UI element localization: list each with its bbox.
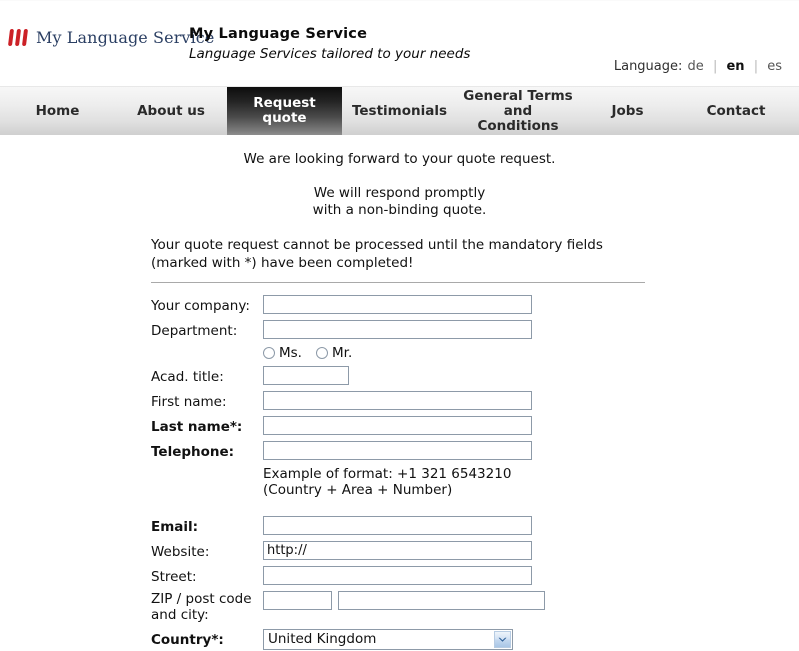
street-input[interactable] [263, 566, 532, 585]
label-company: Your company: [151, 298, 250, 314]
nav-item-about-us[interactable]: About us [115, 87, 227, 135]
language-option-en[interactable]: en [725, 59, 745, 74]
nav-item-testimonials[interactable]: Testimonials [342, 87, 457, 135]
label-zip-city-line-1: ZIP / post code [151, 591, 252, 607]
label-department: Department: [151, 323, 238, 339]
form-row-first-name: First name: [0, 391, 799, 410]
nav-item-jobs[interactable]: Jobs [579, 87, 676, 135]
radio-label-mr[interactable]: Mr. [332, 345, 352, 361]
form-row-last-name: Last name*: [0, 416, 799, 435]
form-row-website: Website: [0, 541, 799, 560]
mandatory-fields-notice: Your quote request cannot be processed u… [151, 237, 603, 271]
form-row-acad-title: Acad. title: [0, 366, 799, 385]
main-content: We are looking forward to your quote req… [0, 135, 799, 650]
language-separator: | [753, 59, 759, 74]
brand-block: My Language Service Language Services ta… [189, 25, 470, 64]
three-red-bars-icon [7, 29, 30, 46]
nav-item-general-terms-and-conditions[interactable]: General Terms and Conditions [457, 87, 579, 135]
nav-item-home[interactable]: Home [0, 87, 115, 135]
radio-mr[interactable] [315, 347, 328, 359]
telephone-input[interactable] [263, 441, 532, 460]
zip-input[interactable] [263, 591, 332, 610]
email-input[interactable] [263, 516, 532, 535]
country-select[interactable]: United Kingdom [263, 629, 513, 650]
language-label: Language: [613, 59, 683, 74]
site-logo[interactable]: My Language Service [7, 28, 215, 47]
nav-item-request-quote[interactable]: Request quote [227, 87, 342, 135]
department-input[interactable] [263, 320, 532, 339]
country-selected-value: United Kingdom [268, 631, 377, 647]
label-email: Email: [151, 519, 199, 535]
language-switcher: Language: de | en | es [614, 59, 783, 74]
language-option-de[interactable]: de [687, 59, 705, 74]
telephone-hint-line-1: Example of format: +1 321 6543210 [263, 466, 512, 482]
form-row-email: Email: [0, 516, 799, 535]
company-input[interactable] [263, 295, 532, 314]
label-last-name: Last name*: [151, 419, 243, 435]
intro-line-2a: We will respond promptly [313, 185, 486, 201]
form-row-street: Street: [0, 566, 799, 585]
logo-text: My Language Service [36, 28, 215, 47]
main-navigation: Home About us Request quote Testimonials… [0, 86, 799, 135]
nav-item-contact[interactable]: Contact [676, 87, 796, 135]
chevron-down-icon[interactable] [494, 631, 511, 648]
radio-ms[interactable] [263, 347, 275, 359]
radio-label-ms[interactable]: Ms. [279, 345, 302, 361]
form-row-company: Your company: [0, 295, 799, 314]
first-name-input[interactable] [263, 391, 532, 410]
website-input[interactable] [263, 541, 532, 560]
label-country: Country*: [151, 632, 224, 648]
city-input[interactable] [338, 591, 545, 610]
last-name-input[interactable] [263, 416, 532, 435]
language-option-es[interactable]: es [766, 59, 783, 74]
salutation-radio-group: Ms. Mr. [263, 345, 799, 361]
label-zip-city-line-2: and city: [151, 607, 209, 623]
telephone-hint-line-2: (Country + Area + Number) [263, 482, 453, 498]
site-header: My Language Service My Language Service … [0, 0, 799, 86]
label-first-name: First name: [151, 394, 227, 410]
acad-title-input[interactable] [263, 366, 349, 385]
form-row-zip-city: ZIP / post code and city: [0, 591, 799, 623]
language-separator: | [712, 59, 718, 74]
telephone-format-hint: Example of format: +1 321 6543210 (Count… [263, 466, 799, 498]
label-zip-city: ZIP / post code and city: [151, 591, 263, 623]
intro-text: We are looking forward to your quote req… [0, 135, 799, 218]
form-row-country: Country*: United Kingdom [0, 629, 799, 650]
label-street: Street: [151, 569, 197, 585]
intro-line-1: We are looking forward to your quote req… [243, 151, 556, 167]
intro-line-2b: with a non-binding quote. [312, 202, 487, 218]
brand-tagline: Language Services tailored to your needs [189, 46, 471, 62]
label-acad-title: Acad. title: [151, 369, 224, 385]
quote-request-form: Your company: Department: Ms. Mr. Acad. … [0, 295, 799, 650]
brand-title: My Language Service [189, 26, 368, 42]
label-website: Website: [151, 544, 210, 560]
label-telephone: Telephone: [151, 444, 235, 460]
form-row-telephone: Telephone: [0, 441, 799, 460]
divider [151, 282, 645, 283]
form-row-department: Department: [0, 320, 799, 339]
page-root: My Language Service My Language Service … [0, 0, 799, 651]
